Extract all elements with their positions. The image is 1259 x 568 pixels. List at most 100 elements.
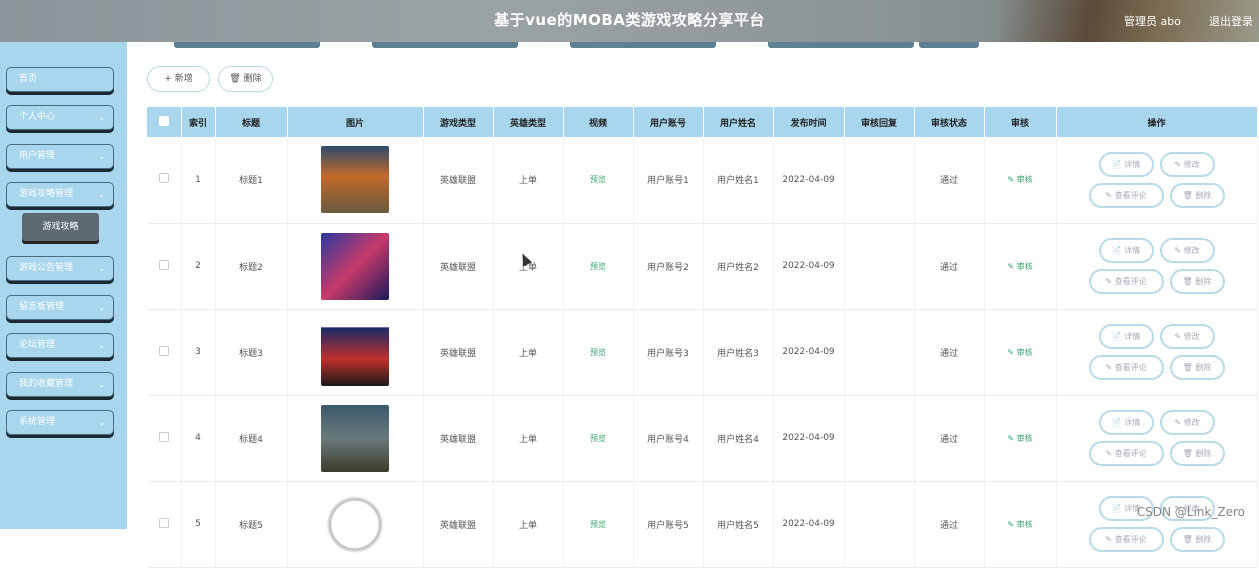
delete-button[interactable]: 🗑 删除	[1170, 441, 1225, 466]
detail-button[interactable]: 📄 详情	[1099, 324, 1154, 349]
video-preview-link[interactable]: 预览	[590, 520, 606, 529]
document-icon: 📄	[1112, 504, 1125, 513]
video-preview-link[interactable]: 预览	[590, 348, 606, 357]
cell-hero-type: 上单	[493, 395, 563, 481]
edit-button[interactable]: ✎ 修改	[1160, 152, 1215, 177]
cell-game-type: 英雄联盟	[423, 137, 493, 223]
delete-button[interactable]: 🗑 删除	[1170, 183, 1225, 208]
search-input-fragment[interactable]	[768, 42, 914, 48]
comments-button[interactable]: ✎ 查看评论	[1089, 527, 1164, 552]
column-header: 视频	[563, 107, 633, 137]
column-header: 审核状态	[914, 107, 984, 137]
row-checkbox[interactable]	[159, 260, 169, 270]
comments-button[interactable]: ✎ 查看评论	[1089, 441, 1164, 466]
cell-date: 2022-04-09	[773, 481, 844, 567]
delete-button[interactable]: 🗑 删除	[1170, 269, 1225, 294]
column-header: 图片	[287, 107, 423, 137]
cell-checkbox	[147, 223, 181, 309]
detail-button[interactable]: 📄 详情	[1099, 410, 1154, 435]
edit-icon: ✎	[1105, 535, 1114, 544]
sidebar-item[interactable]: 论坛管理⌄	[6, 333, 114, 358]
select-all-checkbox[interactable]	[159, 116, 169, 126]
sidebar-item[interactable]: 系统管理⌄	[6, 410, 114, 435]
video-preview-link[interactable]: 预览	[590, 262, 606, 271]
comments-button[interactable]: ✎ 查看评论	[1089, 269, 1164, 294]
delete-button-label: 删除	[1195, 535, 1211, 544]
delete-button[interactable]: 🗑 删除	[1170, 527, 1225, 552]
row-checkbox[interactable]	[159, 518, 169, 528]
delete-button[interactable]: 🗑 删除	[218, 66, 273, 92]
row-actions: 📄 详情✎ 修改 ✎ 查看评论🗑 删除	[1057, 152, 1257, 208]
edit-button[interactable]: ✎ 修改	[1160, 238, 1215, 263]
edit-button[interactable]: ✎ 修改	[1160, 324, 1215, 349]
comments-button[interactable]: ✎ 查看评论	[1089, 355, 1164, 380]
review-link[interactable]: 审核	[1017, 520, 1033, 529]
row-checkbox[interactable]	[159, 432, 169, 442]
search-input-fragment[interactable]	[174, 42, 320, 48]
cell-reply	[844, 223, 914, 309]
review-link[interactable]: 审核	[1017, 262, 1033, 271]
cell-video: 预览	[563, 309, 633, 395]
cell-name: 用户姓名5	[703, 481, 773, 567]
search-input-fragment[interactable]	[372, 42, 518, 48]
sidebar-item-label: 论坛管理	[19, 340, 55, 350]
cover-image	[321, 319, 389, 386]
cell-index: 4	[181, 395, 215, 481]
column-header: 游戏类型	[423, 107, 493, 137]
sidebar-item[interactable]: 留言板管理⌄	[6, 295, 114, 320]
cover-image	[321, 405, 389, 472]
sidebar-subitem-game-guide[interactable]: 游戏攻略	[22, 213, 99, 241]
column-header: 用户姓名	[703, 107, 773, 137]
cell-ops: 📄 详情✎ 修改 ✎ 查看评论🗑 删除	[1056, 395, 1257, 481]
sidebar-item[interactable]: 首页	[6, 67, 114, 92]
review-link[interactable]: 审核	[1017, 175, 1033, 184]
table-row: 1标题1英雄联盟上单预览用户账号1用户姓名12022-04-09通过✎ 审核📄 …	[147, 137, 1257, 223]
column-header: 审核	[984, 107, 1056, 137]
cell-title: 标题1	[215, 137, 287, 223]
trash-icon: 🗑	[1183, 277, 1196, 286]
edit-icon: ✎	[1174, 418, 1183, 427]
add-button[interactable]: + 新增	[147, 66, 210, 92]
edit-icon: ✎	[1105, 363, 1114, 372]
review-link[interactable]: 审核	[1017, 348, 1033, 357]
cell-status: 通过	[914, 481, 984, 567]
review-link[interactable]: 审核	[1017, 434, 1033, 443]
trash-icon: 🗑	[1183, 535, 1196, 544]
delete-button-label: 删除	[1195, 277, 1211, 286]
comments-button[interactable]: ✎ 查看评论	[1089, 183, 1164, 208]
cell-account: 用户账号5	[633, 481, 703, 567]
cell-game-type: 英雄联盟	[423, 481, 493, 567]
column-header[interactable]	[147, 107, 181, 137]
cover-image	[321, 233, 389, 300]
video-preview-link[interactable]: 预览	[590, 434, 606, 443]
detail-button[interactable]: 📄 详情	[1099, 152, 1154, 177]
delete-button[interactable]: 🗑 删除	[1170, 355, 1225, 380]
comments-button-label: 查看评论	[1115, 277, 1147, 286]
search-input-fragment[interactable]	[570, 42, 716, 48]
edit-button[interactable]: ✎ 修改	[1160, 410, 1215, 435]
delete-button-label: 删除	[1195, 191, 1211, 200]
sidebar-item[interactable]: 我的收藏管理⌄	[6, 372, 114, 397]
delete-button-label: 删除	[1195, 449, 1211, 458]
row-checkbox[interactable]	[159, 173, 169, 183]
sidebar-item[interactable]: 用户管理⌄	[6, 144, 114, 169]
sidebar-item[interactable]: 游戏攻略管理⌄	[6, 182, 114, 207]
cell-index: 2	[181, 223, 215, 309]
column-header: 英雄类型	[493, 107, 563, 137]
cell-image	[287, 395, 423, 481]
cell-date: 2022-04-09	[773, 137, 844, 223]
cell-review: ✎ 审核	[984, 395, 1056, 481]
comments-button-label: 查看评论	[1115, 535, 1147, 544]
cell-date: 2022-04-09	[773, 223, 844, 309]
logout-link[interactable]: 退出登录	[1209, 13, 1253, 29]
search-button-fragment[interactable]	[919, 42, 979, 48]
cover-image	[321, 146, 389, 213]
detail-button[interactable]: 📄 详情	[1099, 238, 1154, 263]
document-icon: 📄	[1112, 418, 1125, 427]
row-actions: 📄 详情✎ 修改 ✎ 查看评论🗑 删除	[1057, 324, 1257, 380]
column-header: 审核回复	[844, 107, 914, 137]
video-preview-link[interactable]: 预览	[590, 175, 606, 184]
row-checkbox[interactable]	[159, 346, 169, 356]
sidebar-item[interactable]: 游戏公告管理⌄	[6, 256, 114, 281]
sidebar-item[interactable]: 个人中心⌄	[6, 105, 114, 130]
